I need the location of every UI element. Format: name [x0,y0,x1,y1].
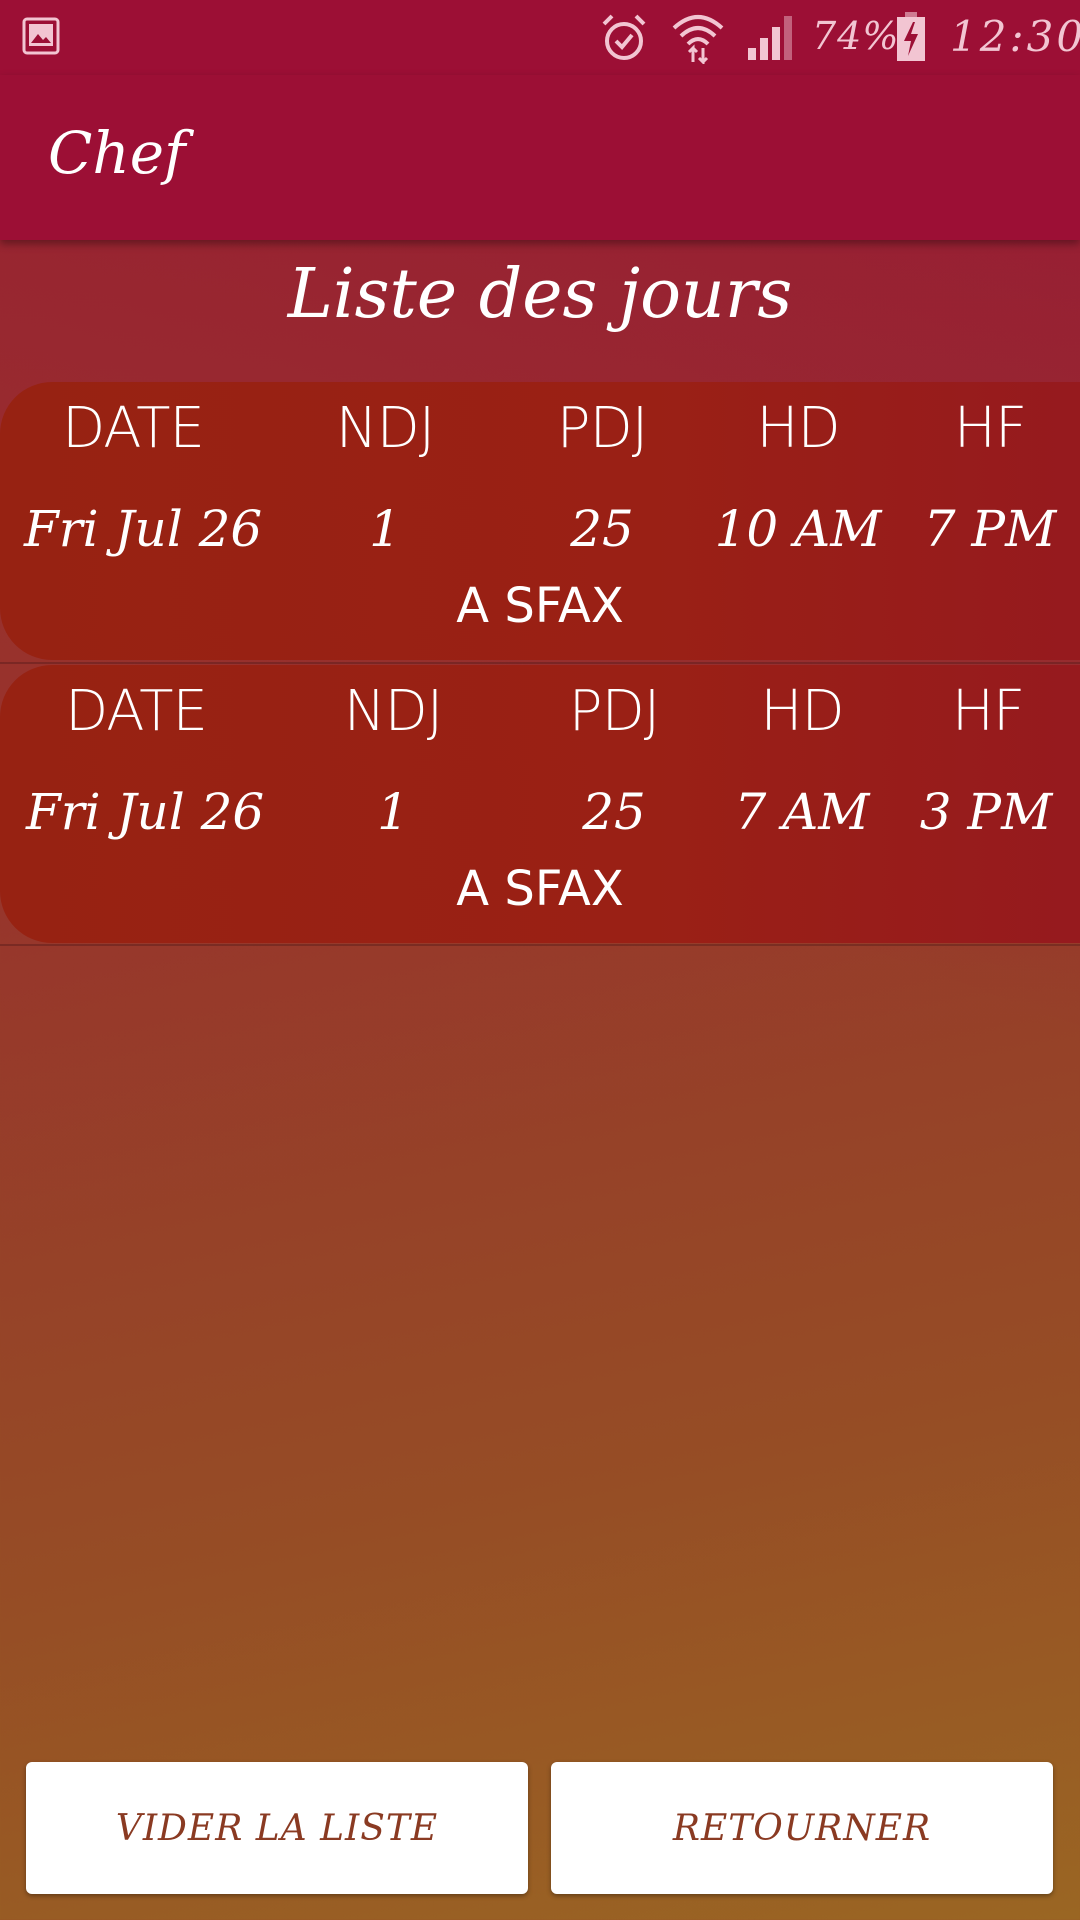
item-hd: 10 AM [714,500,882,558]
item-pdj: 25 [570,500,634,558]
list-item[interactable]: DATE NDJ PDJ HD HF Fri Jul 26 1 25 7 AM … [0,665,1080,943]
header-hf: HF [953,396,1027,461]
battery-percent: 74% [812,14,900,58]
header-date: DATE [62,396,205,461]
item-ndj: 1 [369,500,401,558]
header-hd: HD [760,679,844,744]
battery-charging-icon [897,12,925,61]
divider [0,662,1080,664]
item-location: A SFAX [456,578,624,634]
alarm-icon [602,14,646,60]
item-pdj: 25 [582,783,646,841]
header-hd: HD [756,396,840,461]
gallery-icon [22,17,60,55]
status-bar: 74% 12:30 [0,0,1080,75]
item-date: Fri Jul 26 [26,783,265,841]
header-hf: HF [951,679,1025,744]
item-ndj: 1 [377,783,409,841]
item-hf: 3 PM [919,783,1053,841]
header-pdj: PDJ [568,679,660,744]
clock: 12:30 [950,12,1080,61]
item-hd: 7 AM [734,783,870,841]
header-pdj: PDJ [556,396,648,461]
clear-list-button[interactable]: VIDER LA LISTE [26,1762,528,1894]
wifi-icon [672,15,724,64]
app-title: Chef [48,119,186,187]
item-date: Fri Jul 26 [24,500,263,558]
item-location: A SFAX [456,861,624,917]
header-date: DATE [65,679,208,744]
header-ndj: NDJ [343,679,444,744]
signal-icon [748,16,792,60]
page-title: Liste des jours [287,255,793,334]
header-ndj: NDJ [335,396,436,461]
item-hf: 7 PM [923,500,1057,558]
divider [0,944,1080,946]
back-button[interactable]: RETOURNER [551,1762,1053,1894]
list-item[interactable]: DATE NDJ PDJ HD HF Fri Jul 26 1 25 10 AM… [0,382,1080,660]
app-bar: Chef [0,75,1080,240]
